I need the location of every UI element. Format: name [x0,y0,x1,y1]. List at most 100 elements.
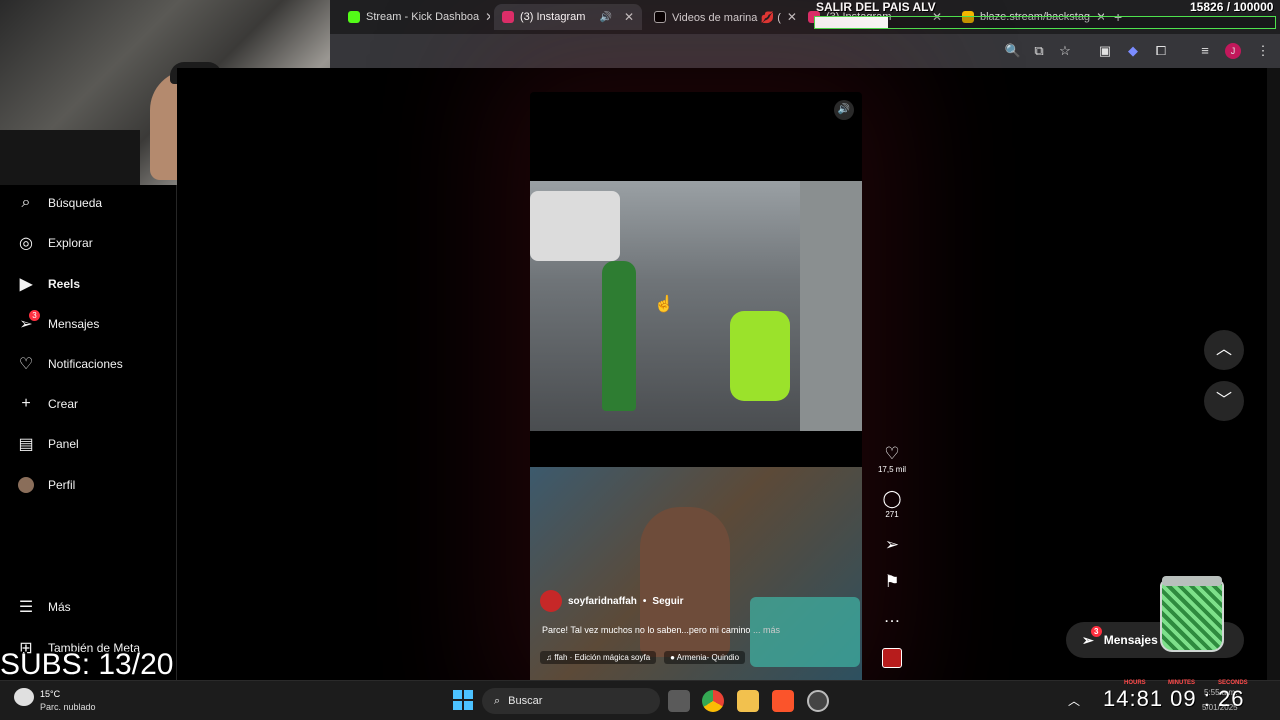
weather-icon[interactable] [14,688,34,706]
chart-icon: ▤ [18,436,34,453]
comment-button[interactable]: ◯ 271 [877,489,907,519]
sidebar-item-notifications[interactable]: ♡ Notificaciones [16,354,123,374]
sidebar-item-profile[interactable]: Perfil [16,475,75,495]
search-icon: ⌕ [21,194,31,211]
tab-label: Videos de marina 💋 ( [672,11,781,24]
windows-start-icon[interactable] [453,690,473,710]
sidebar-item-create[interactable]: + Crear [16,394,78,414]
location-chip[interactable]: ● Armenia- Quindio [664,651,746,664]
profile-avatar[interactable]: J [1225,43,1241,59]
messages-label: Mensajes [1103,633,1158,647]
goal-progress-fill [815,17,888,28]
page-scrollbar[interactable] [1267,68,1280,680]
reel-video-top[interactable] [530,181,862,431]
app-icon[interactable] [807,690,829,712]
sidebar-item-label: Perfil [48,478,76,492]
kebab-menu-icon[interactable]: ⋮ [1254,42,1272,60]
tab-label: (3) Instagram [520,11,586,23]
weather-temp[interactable]: 15°C [40,689,60,699]
car-shape [530,191,620,261]
author-username[interactable]: soyfaridnaffah [568,596,637,607]
reel-meta-row: ♫ ffah · Edición mágica soyfa ● Armenia-… [540,651,746,664]
chevron-down-icon: ﹀ [1215,392,1232,409]
avatar-icon [16,475,36,495]
sidebar-item-search[interactable]: ⌕ Búsqueda [16,193,103,213]
location-label: Armenia- Quindio [676,653,740,662]
send-icon: ➢ 3 [16,310,40,334]
sidebar-item-explore[interactable]: ◎ Explorar [16,233,93,253]
share-button[interactable]: ➢ [877,535,907,555]
heart-icon: ♡ [18,356,34,373]
kick-icon [348,11,360,23]
heart-icon: ♡ [884,444,900,463]
sidebar-item-label: Explorar [48,236,93,250]
search-placeholder: Buscar [508,695,543,707]
subs-counter: SUBS: 13/20 [0,648,174,681]
taskbar-search[interactable]: ⌕ Buscar [482,688,660,714]
sidebar-item-label: Notificaciones [48,357,123,371]
file-explorer-icon[interactable] [737,690,759,712]
bookmark-icon: ⚑ [884,572,900,591]
install-app-icon[interactable]: ⧉ [1030,42,1048,60]
speaker-icon[interactable]: 🔊 [599,12,611,23]
comment-icon: ◯ [882,489,902,508]
sidebar-item-label: Mensajes [48,317,100,331]
child-figure [602,261,636,411]
weather-desc[interactable]: Parc. nublado [40,702,96,712]
brave-icon[interactable] [772,690,794,712]
sidebar-item-label: Más [48,600,71,614]
clock-time[interactable]: 5:55 a.m. [1204,688,1237,697]
audio-chip[interactable]: ♫ ffah · Edición mágica soyfa [540,651,657,664]
more-link[interactable]: ... más [753,625,780,635]
author-avatar[interactable] [540,590,562,612]
reel-video-bottom[interactable] [530,467,862,680]
tiktok-icon [654,11,666,23]
sidebar-item-label: Panel [48,437,79,451]
close-icon[interactable]: ✕ [624,10,634,24]
save-button[interactable]: ⚑ [877,572,907,592]
tray-chevron-icon[interactable]: ︿ [1068,692,1080,709]
tab-instagram-active[interactable]: (3) Instagram 🔊 ✕ [494,4,642,30]
picture-in-picture-icon[interactable]: ▣ [1096,42,1114,60]
next-reel-button[interactable]: ﹀ [1204,381,1244,421]
audio-label: ffah · Edición mágica soyfa [554,653,651,662]
chrome-icon[interactable] [702,690,724,712]
desk-shadow [0,130,140,185]
extension-icon[interactable]: ◆ [1124,42,1142,60]
task-view-icon[interactable] [668,690,690,712]
media-control-icon[interactable]: ≡ [1196,42,1214,60]
bookmark-star-icon[interactable]: ☆ [1056,42,1074,60]
ellipsis-icon: … [883,607,901,626]
follow-button[interactable]: Seguir [652,596,683,607]
sidebar-item-more[interactable]: ☰ Más [16,597,71,617]
donation-jar-overlay [1160,580,1224,652]
instagram-icon [502,11,514,23]
plus-icon: + [21,395,31,412]
clock-date[interactable]: 5/01/2025 [1202,703,1238,712]
notification-badge: 3 [29,310,40,321]
zoom-icon[interactable]: 🔍 [1004,42,1022,60]
sidebar-item-reels[interactable]: ▶ Reels [16,274,80,294]
extensions-puzzle-icon[interactable]: ⧠ [1152,42,1170,60]
chevron-up-icon: ︿ [1215,341,1232,358]
search-icon: ⌕ [494,694,501,707]
goal-title: SALIR DEL PAIS ALV [816,0,936,14]
sidebar-item-dashboard[interactable]: ▤ Panel [16,434,79,454]
mute-toggle-icon[interactable]: 🔊 [834,100,854,120]
reel-caption: Parce! Tal vez muchos no lo saben...pero… [542,625,780,635]
close-icon[interactable]: ✕ [485,10,490,24]
like-button[interactable]: ♡ 17,5 mil [877,444,907,474]
sidebar-item-messages[interactable]: ➢ 3 Mensajes [16,310,100,334]
separator-dot: • [642,595,647,607]
audio-thumbnail[interactable] [882,648,902,668]
more-options-button[interactable]: … [877,607,907,627]
previous-reel-button[interactable]: ︿ [1204,330,1244,370]
child-figure [730,311,790,401]
tab-kick[interactable]: Stream - Kick Dashboa ✕ [340,4,490,30]
close-icon[interactable]: ✕ [787,10,796,24]
sidebar-item-label: Crear [48,397,79,411]
tab-tiktok[interactable]: Videos de marina 💋 ( ✕ [646,4,796,30]
truck-shape [800,181,862,431]
reels-icon: ▶ [19,276,33,293]
caption-text: Parce! Tal vez muchos no lo saben...pero… [542,625,751,635]
